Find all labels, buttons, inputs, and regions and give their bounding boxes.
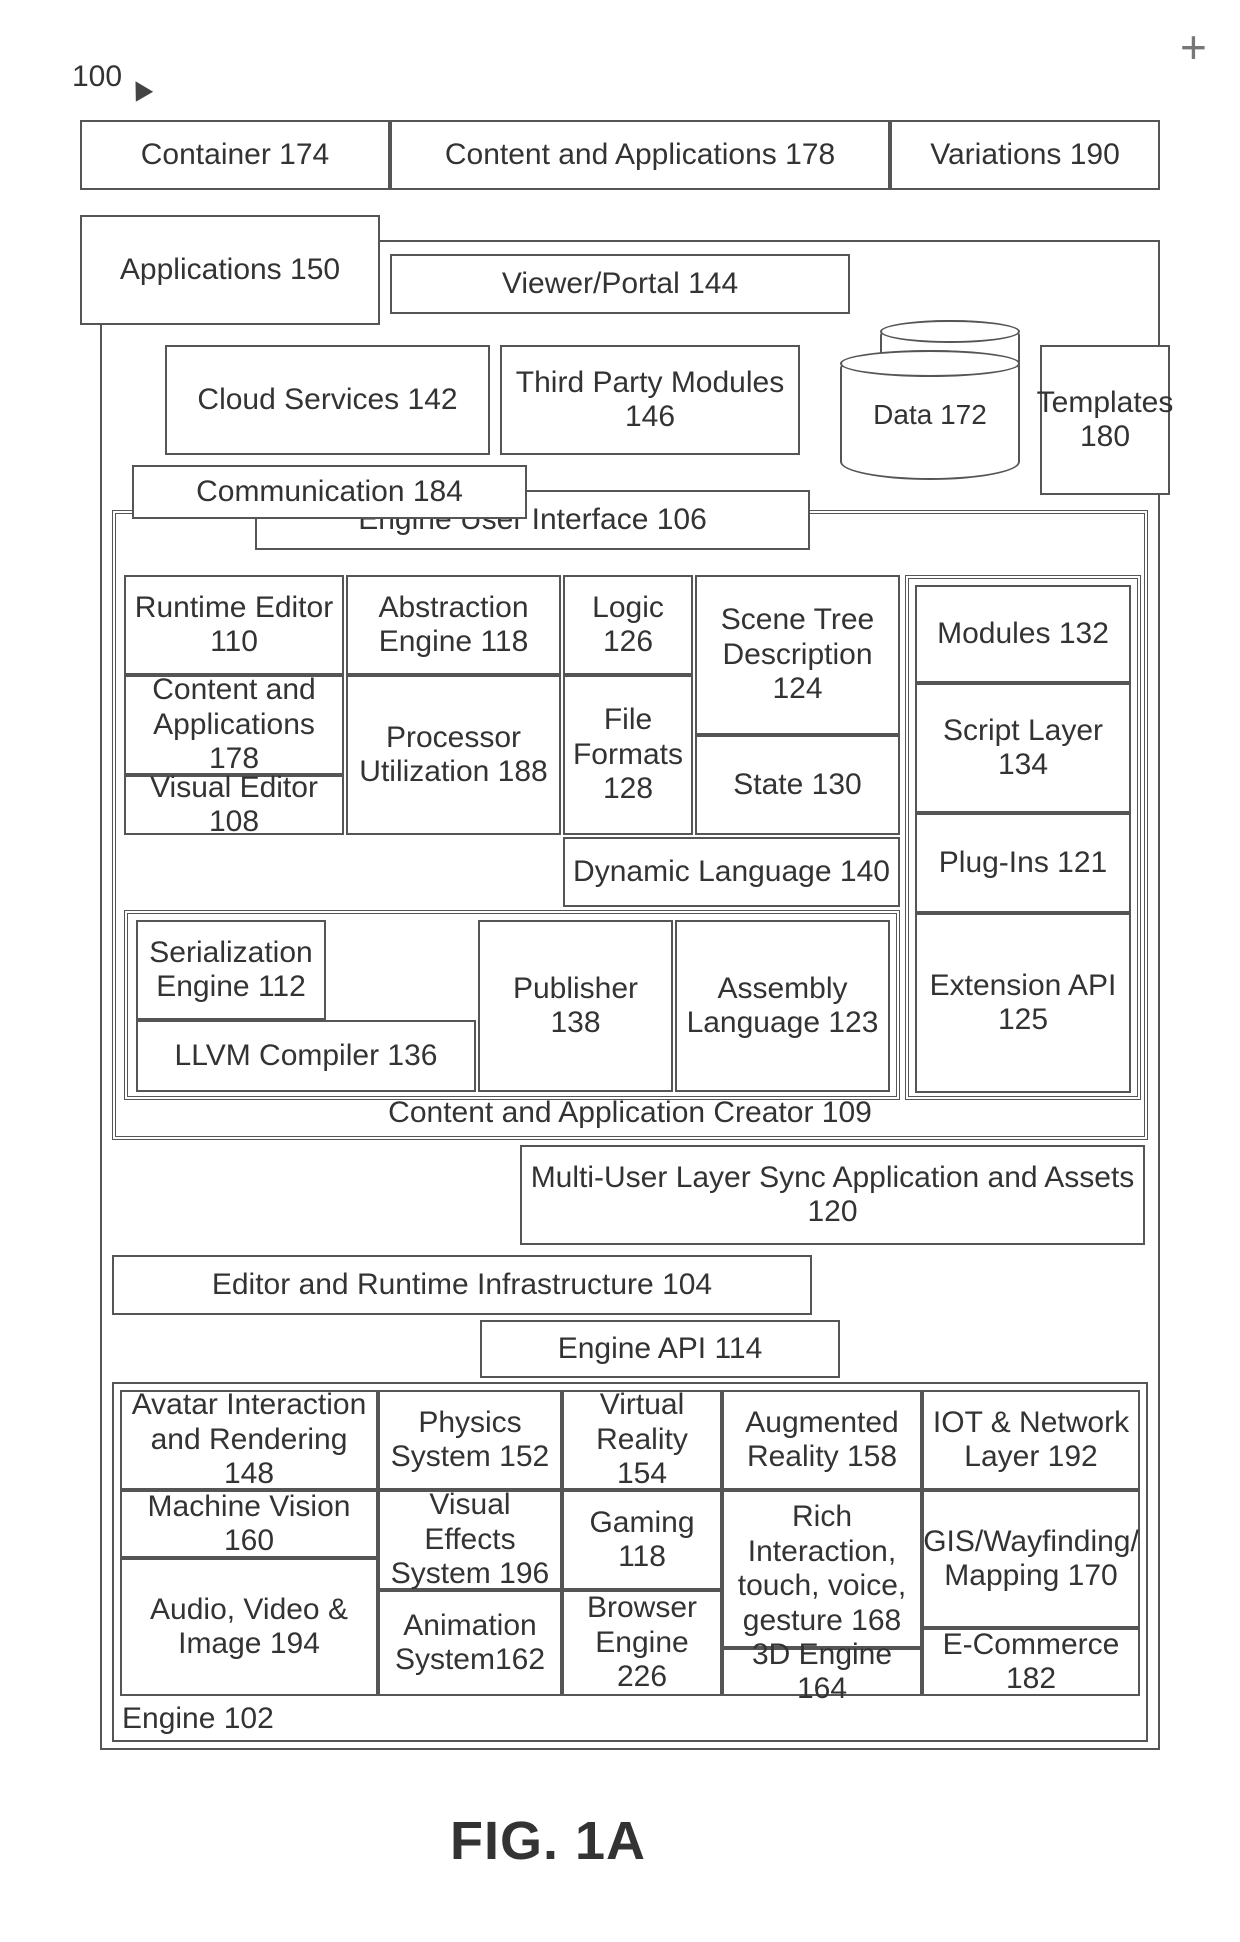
state-box: State 130: [695, 735, 900, 835]
content-apps-creator-box: Content and Applications 178: [124, 675, 344, 775]
ref-arrow-icon: [127, 76, 153, 102]
communication-bar: Communication 184: [132, 465, 527, 519]
script-layer-box: Script Layer 134: [915, 683, 1131, 813]
processor-utilization-box: Processor Utilization 188: [346, 675, 561, 835]
engine-label: Engine 102: [122, 1702, 274, 1737]
editor-runtime-infra-box: Editor and Runtime Infrastructure 104: [112, 1255, 812, 1315]
ref-100: 100: [72, 60, 122, 94]
figure-label: FIG. 1A: [450, 1810, 646, 1872]
serialization-engine-box: Serialization Engine 112: [136, 920, 326, 1020]
diagram-canvas: 100 + Container 174 Content and Applicat…: [20, 20, 1220, 1920]
file-formats-box: File Formats 128: [563, 675, 693, 835]
applications-box: Applications 150: [80, 215, 380, 325]
content-apps-box: Content and Applications 178: [390, 120, 890, 190]
llvm-compiler-box: LLVM Compiler 136: [136, 1020, 476, 1092]
runtime-editor-box: Runtime Editor 110: [124, 575, 344, 675]
plugins-box: Plug-Ins 121: [915, 813, 1131, 913]
engine-api-box: Engine API 114: [480, 1320, 840, 1378]
templates-box: Templates 180: [1040, 345, 1170, 495]
gaming-box: Gaming 118: [562, 1490, 722, 1590]
vr-box: Virtual Reality 154: [562, 1390, 722, 1490]
viewer-portal-box: Viewer/Portal 144: [390, 254, 850, 314]
visual-effects-box: Visual Effects System 196: [378, 1490, 562, 1590]
dynamic-language-box: Dynamic Language 140: [563, 837, 900, 907]
iot-box: IOT & Network Layer 192: [922, 1390, 1140, 1490]
scene-tree-box: Scene Tree Description 124: [695, 575, 900, 735]
cloud-services-box: Cloud Services 142: [165, 345, 490, 455]
container-box: Container 174: [80, 120, 390, 190]
variations-box: Variations 190: [890, 120, 1160, 190]
creator-outer-label: Content and Application Creator 109: [388, 1096, 872, 1131]
engine3d-box: 3D Engine 164: [722, 1648, 922, 1696]
publisher-box: Publisher 138: [478, 920, 673, 1092]
assembly-language-box: Assembly Language 123: [675, 920, 890, 1092]
gis-box: GIS/Wayfinding/ Mapping 170: [922, 1490, 1140, 1628]
animation-box: Animation System162: [378, 1590, 562, 1696]
rich-interaction-box: Rich Interaction, touch, voice, gesture …: [722, 1490, 922, 1648]
machine-vision-box: Machine Vision 160: [120, 1490, 378, 1558]
data-cylinder: Data 172: [840, 350, 1020, 480]
modules-box: Modules 132: [915, 585, 1131, 683]
physics-box: Physics System 152: [378, 1390, 562, 1490]
third-party-modules-box: Third Party Modules 146: [500, 345, 800, 455]
audio-video-box: Audio, Video & Image 194: [120, 1558, 378, 1696]
visual-editor-box: Visual Editor 108: [124, 775, 344, 835]
ecommerce-box: E-Commerce 182: [922, 1628, 1140, 1696]
ar-box: Augmented Reality 158: [722, 1390, 922, 1490]
logic-box: Logic 126: [563, 575, 693, 675]
abstraction-engine-box: Abstraction Engine 118: [346, 575, 561, 675]
multiuser-box: Multi-User Layer Sync Application and As…: [520, 1145, 1145, 1245]
browser-engine-box: Browser Engine 226: [562, 1590, 722, 1696]
crop-mark-icon: +: [1180, 20, 1207, 74]
avatar-box: Avatar Interaction and Rendering 148: [120, 1390, 378, 1490]
extension-api-box: Extension API 125: [915, 913, 1131, 1093]
